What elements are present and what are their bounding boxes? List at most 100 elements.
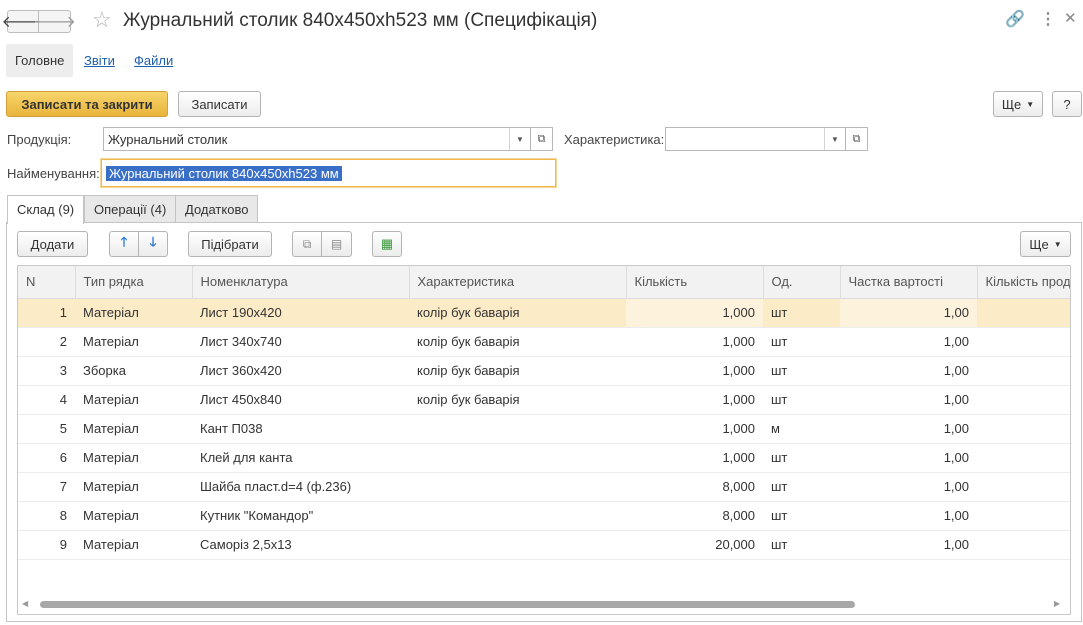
cell-empty[interactable]	[977, 472, 1070, 502]
cell-type[interactable]: Матеріал	[75, 327, 192, 357]
save-close-button[interactable]: Записати та закрити	[6, 91, 168, 117]
scroll-thumb[interactable]	[40, 601, 855, 608]
close-icon[interactable]: ✕	[1064, 9, 1077, 27]
table-row[interactable]: 8 Матеріал Кутник "Командор" 8,000 шт 1,00	[18, 501, 1070, 531]
table-more-button[interactable]: Ще ▼	[1020, 231, 1071, 257]
cell-type[interactable]: Матеріал	[75, 298, 192, 328]
cell-cost-share[interactable]: 1,00	[840, 501, 977, 531]
dropdown-icon[interactable]: ▼	[824, 128, 845, 150]
open-icon[interactable]: ⧉	[846, 127, 868, 151]
cell-item[interactable]: Клей для канта	[192, 443, 409, 473]
table-row[interactable]: 3 Зборка Лист 360х420 колір бук баварія 1,00…	[18, 356, 1070, 386]
cell-type[interactable]: Матеріал	[75, 472, 192, 502]
cell-unit[interactable]: шт	[763, 327, 840, 357]
cell-unit[interactable]: шт	[763, 530, 840, 560]
cell-item[interactable]: Лист 340х740	[192, 327, 409, 357]
cell-cost-share[interactable]: 1,00	[840, 327, 977, 357]
col-header[interactable]: Тип рядка	[75, 266, 193, 299]
cell-cost-share[interactable]: 1,00	[840, 385, 977, 415]
cell-characteristic[interactable]	[409, 443, 626, 473]
cell-item[interactable]: Шайба пласт.d=4 (ф.236)	[192, 472, 409, 502]
copy-button[interactable]: ⧉	[292, 231, 322, 257]
tab-main[interactable]: Головне	[6, 44, 73, 77]
cell-cost-share[interactable]: 1,00	[840, 443, 977, 473]
table-row[interactable]: 9 Матеріал Саморіз 2,5х13 20,000 шт 1,00	[18, 530, 1070, 560]
specification-table[interactable]: N Тип рядка Номенклатура Характеристика …	[17, 265, 1071, 615]
cell-item[interactable]: Кант П038	[192, 414, 409, 444]
forward-button[interactable]: 🡒	[33, 10, 76, 33]
cell-item[interactable]: Кутник "Командор"	[192, 501, 409, 531]
cell-type[interactable]: Матеріал	[75, 385, 192, 415]
cell-type[interactable]: Матеріал	[75, 443, 192, 473]
cell-quantity[interactable]: 1,000	[626, 327, 763, 357]
cell-quantity[interactable]: 8,000	[626, 501, 763, 531]
scroll-right-icon[interactable]: ▶	[1054, 599, 1060, 608]
col-header[interactable]: Кількість прод	[977, 266, 1070, 299]
cell-n[interactable]: 7	[18, 472, 75, 502]
cell-cost-share[interactable]: 1,00	[840, 356, 977, 386]
favorite-star-icon[interactable]: ☆	[92, 8, 112, 32]
cell-n[interactable]: 5	[18, 414, 75, 444]
cell-characteristic[interactable]	[409, 501, 626, 531]
cell-n[interactable]: 6	[18, 443, 75, 473]
cell-quantity[interactable]: 1,000	[626, 356, 763, 386]
table-row[interactable]: 4 Матеріал Лист 450х840 колір бук баварія 1,…	[18, 385, 1070, 415]
move-down-button[interactable]: 🡓	[138, 231, 168, 257]
help-button[interactable]: ?	[1052, 91, 1082, 117]
cell-quantity[interactable]: 1,000	[626, 298, 763, 328]
cell-n[interactable]: 8	[18, 501, 75, 531]
name-field[interactable]: Журнальний столик 840х450хh523 мм	[101, 159, 556, 187]
cell-quantity[interactable]: 20,000	[626, 530, 763, 560]
col-header[interactable]: Кількість	[626, 266, 764, 299]
cell-characteristic[interactable]: колір бук баварія	[409, 385, 626, 415]
cell-empty[interactable]	[977, 385, 1070, 415]
cell-unit[interactable]: шт	[763, 443, 840, 473]
col-header[interactable]: Номенклатура	[192, 266, 410, 299]
cell-cost-share[interactable]: 1,00	[840, 530, 977, 560]
cell-empty[interactable]	[977, 443, 1070, 473]
add-button[interactable]: Додати	[17, 231, 88, 257]
characteristic-field[interactable]: ▼	[665, 127, 846, 151]
tab-files[interactable]: Файли	[125, 44, 182, 77]
cell-unit[interactable]: шт	[763, 385, 840, 415]
table-row[interactable]: 1 Матеріал Лист 190х420 колір бук баварія 1,…	[18, 298, 1070, 328]
link-icon[interactable]: 🔗	[1005, 9, 1025, 29]
cell-unit[interactable]: шт	[763, 501, 840, 531]
table-row[interactable]: 7 Матеріал Шайба пласт.d=4 (ф.236) 8,000 шт 1…	[18, 472, 1070, 502]
cell-type[interactable]: Матеріал	[75, 530, 192, 560]
scroll-left-icon[interactable]: ◀	[22, 599, 28, 608]
cell-unit[interactable]: м	[763, 414, 840, 444]
cell-cost-share[interactable]: 1,00	[840, 298, 977, 328]
horizontal-scrollbar[interactable]: ◀ ▶	[18, 597, 1070, 611]
cell-empty[interactable]	[977, 356, 1070, 386]
cell-n[interactable]: 4	[18, 385, 75, 415]
cell-empty[interactable]	[977, 501, 1070, 531]
cell-characteristic[interactable]: колір бук баварія	[409, 327, 626, 357]
open-icon[interactable]: ⧉	[531, 127, 553, 151]
cell-unit[interactable]: шт	[763, 356, 840, 386]
col-header[interactable]: Частка вартості	[840, 266, 978, 299]
save-button[interactable]: Записати	[178, 91, 261, 117]
product-field[interactable]: Журнальний столик ▼	[103, 127, 531, 151]
cell-quantity[interactable]: 8,000	[626, 472, 763, 502]
table-row[interactable]: 2 Матеріал Лист 340х740 колір бук баварія 1,…	[18, 327, 1070, 357]
cell-characteristic[interactable]: колір бук баварія	[409, 356, 626, 386]
move-up-button[interactable]: 🡑	[109, 231, 139, 257]
cell-cost-share[interactable]: 1,00	[840, 472, 977, 502]
tab-reports[interactable]: Звіти	[75, 44, 124, 77]
cell-quantity[interactable]: 1,000	[626, 414, 763, 444]
table-row[interactable]: 6 Матеріал Клей для канта 1,000 шт 1,00	[18, 443, 1070, 473]
cell-n[interactable]: 3	[18, 356, 75, 386]
col-header[interactable]: N	[18, 266, 76, 299]
cell-quantity[interactable]: 1,000	[626, 443, 763, 473]
cell-unit[interactable]: шт	[763, 298, 840, 328]
paste-button[interactable]: ▤	[321, 231, 352, 257]
cell-quantity[interactable]: 1,000	[626, 385, 763, 415]
tab-operations[interactable]: Операції (4)	[84, 195, 177, 223]
cell-characteristic[interactable]	[409, 472, 626, 502]
cell-n[interactable]: 9	[18, 530, 75, 560]
cell-type[interactable]: Матеріал	[75, 501, 192, 531]
more-menu-icon[interactable]: ⋮	[1040, 9, 1056, 29]
cell-type[interactable]: Матеріал	[75, 414, 192, 444]
dropdown-icon[interactable]: ▼	[509, 128, 530, 150]
